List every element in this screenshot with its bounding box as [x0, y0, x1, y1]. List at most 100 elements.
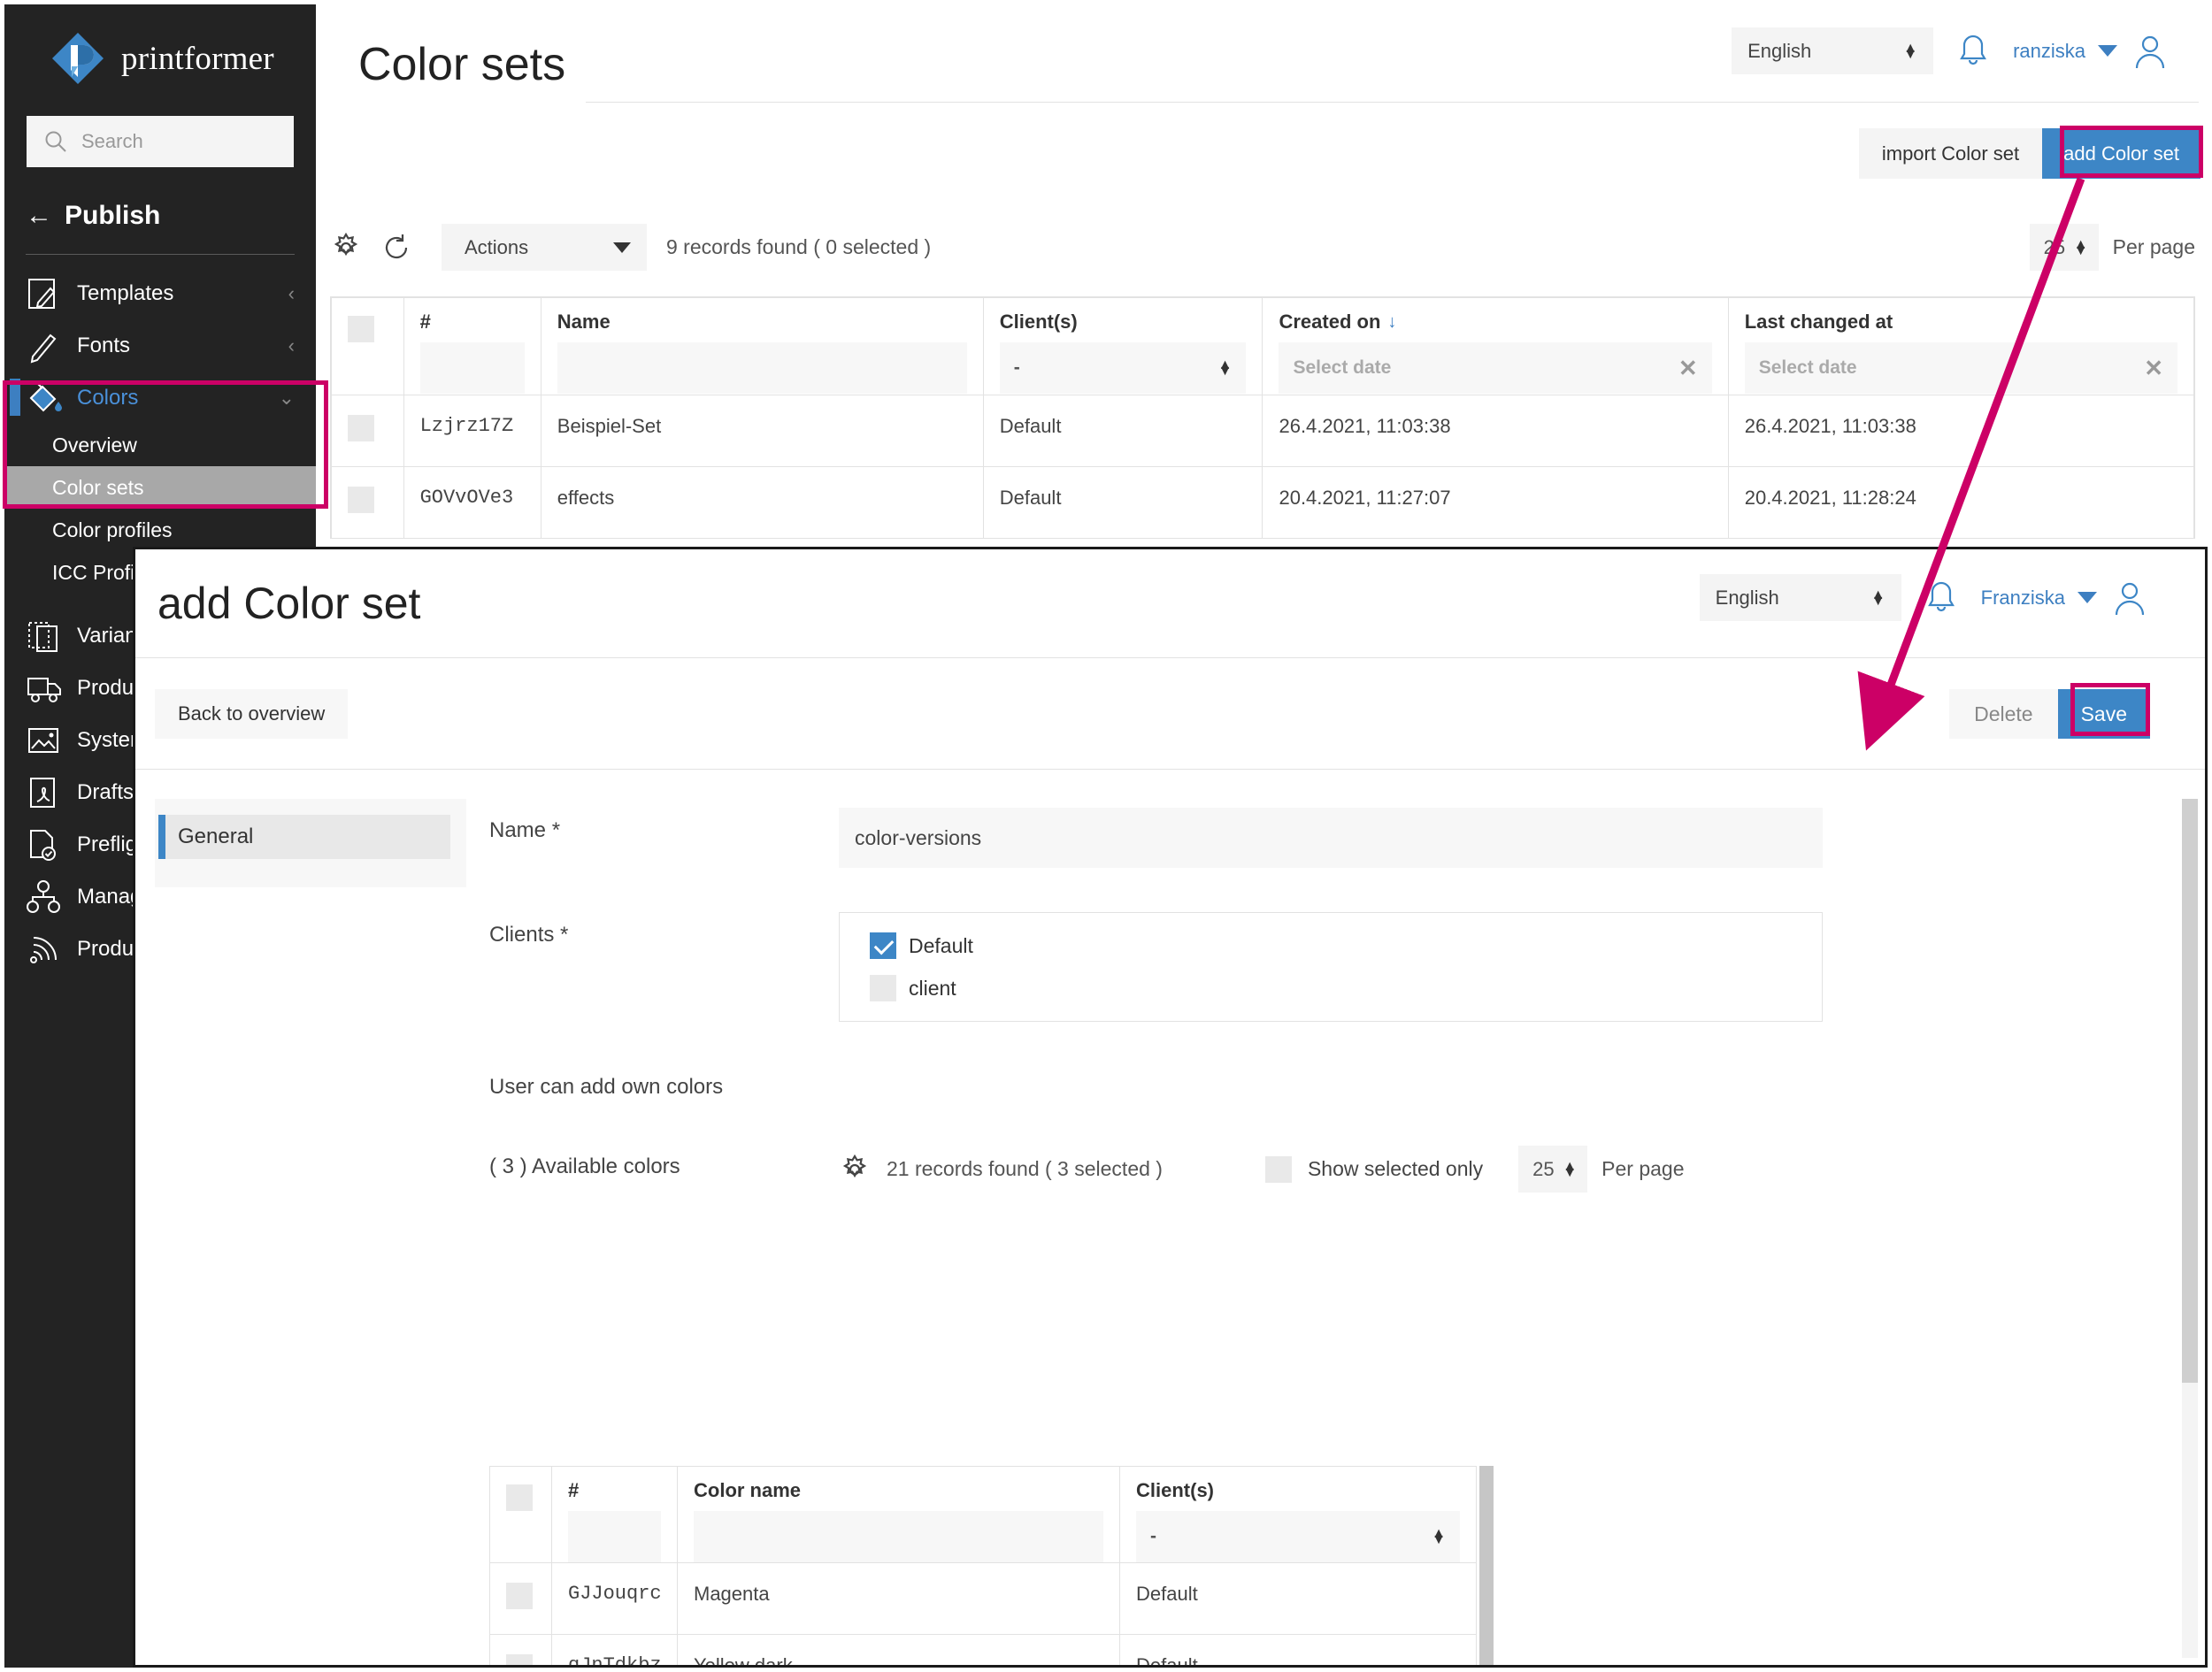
import-color-set-button[interactable]: import Color set [1859, 128, 2042, 179]
table-row[interactable]: Lzjrz17Z Beispiel-Set Default 26.4.2021,… [332, 395, 2194, 467]
cell-changed: 26.4.2021, 11:03:38 [1728, 395, 2193, 467]
brand-logo-block: printformer [4, 4, 316, 86]
row-checkbox[interactable] [348, 487, 374, 513]
row-checkbox[interactable] [506, 1654, 533, 1668]
header-name: Name [541, 298, 983, 395]
per-page-control: 25 ▲▼ Per page [2030, 224, 2195, 271]
sidebar-item-fonts[interactable]: Fonts ‹ [4, 319, 316, 372]
table-row[interactable]: GJJouqrc Magenta Default [490, 1563, 1477, 1635]
publish-label: Publish [65, 201, 160, 231]
modal-scrollbar[interactable] [2182, 799, 2198, 1658]
pen-icon [26, 328, 65, 364]
cell-client: Default [1120, 1563, 1477, 1635]
actions-dropdown[interactable]: Actions [442, 224, 647, 271]
row-checkbox[interactable] [506, 1583, 533, 1609]
show-selected-only-control[interactable]: Show selected only [1265, 1156, 1483, 1183]
colors-filter-clients-select[interactable]: - ▲▼ [1136, 1511, 1460, 1562]
sort-descending-icon[interactable]: ↓ [1387, 312, 1396, 333]
notification-bell-icon[interactable] [1924, 579, 1958, 617]
refresh-icon[interactable] [381, 233, 411, 263]
gear-icon[interactable] [839, 1154, 871, 1185]
topbar-right: English ▲▼ ranziska [1732, 27, 2170, 74]
clear-icon[interactable]: ✕ [1678, 355, 1698, 382]
language-value: English [1716, 587, 1779, 610]
save-button[interactable]: Save [2058, 689, 2150, 739]
filter-name-input[interactable] [557, 342, 967, 394]
checkbox-checked-icon[interactable] [870, 932, 896, 959]
filter-changed-date[interactable]: Select date ✕ [1745, 342, 2177, 394]
client-option-client[interactable]: client [870, 975, 1822, 1001]
paint-bucket-icon [26, 380, 65, 416]
filter-clients-value: - [1014, 357, 1020, 379]
publish-back-link[interactable]: ← Publish [26, 201, 316, 231]
available-colors-table: # Color name Client(s) - ▲▼ [489, 1466, 1486, 1668]
clear-icon[interactable]: ✕ [2144, 355, 2163, 382]
printformer-logo-icon [50, 31, 105, 86]
cell-color-name: Magenta [678, 1563, 1120, 1635]
per-page-label: Per page [2113, 235, 2195, 259]
user-name: ranziska [2013, 40, 2085, 63]
chevron-down-icon [613, 242, 631, 253]
add-color-set-button[interactable]: add Color set [2042, 128, 2200, 179]
checkbox-unchecked-icon[interactable] [870, 975, 896, 1001]
search-input[interactable]: Search [27, 116, 294, 167]
show-selected-only-checkbox[interactable] [1265, 1156, 1292, 1183]
modal-divider-top [135, 657, 2205, 658]
back-to-overview-button[interactable]: Back to overview [155, 689, 348, 739]
sidebar-divider [26, 254, 295, 255]
header-id: # [403, 298, 541, 395]
sidebar-item-color-sets[interactable]: Color sets [4, 466, 316, 509]
colors-filter-name-input[interactable] [694, 1511, 1103, 1562]
language-select[interactable]: English ▲▼ [1732, 27, 1933, 74]
tab-general[interactable]: General [158, 815, 450, 859]
table-row[interactable]: GOVvOVe3 effects Default 20.4.2021, 11:2… [332, 467, 2194, 539]
add-color-set-panel: add Color set English ▲▼ Franziska Back … [133, 547, 2208, 1668]
filter-created-date[interactable]: Select date ✕ [1279, 342, 1711, 394]
sidebar-item-label: Colors [77, 386, 138, 410]
name-input[interactable]: color-versions [839, 808, 1823, 868]
chevron-left-icon: ‹ [288, 282, 295, 305]
per-page-select[interactable]: 25 ▲▼ [2030, 224, 2099, 271]
gear-icon[interactable] [330, 232, 362, 264]
header-label: Client(s) [1136, 1479, 1460, 1502]
cell-name: Beispiel-Set [541, 395, 983, 467]
records-found-text: 9 records found ( 0 selected ) [666, 235, 931, 259]
colors-header-name: Color name [678, 1467, 1120, 1563]
template-icon [26, 276, 65, 311]
scrollbar-thumb[interactable] [1479, 1466, 1494, 1668]
screenshot-root: printformer Search ← Publish Templates ‹ [0, 0, 2212, 1672]
notification-bell-icon[interactable] [1956, 32, 1990, 71]
user-menu[interactable]: ranziska [2013, 31, 2170, 72]
colors-table-scrollbar[interactable] [1479, 1466, 1494, 1668]
filter-id-input[interactable] [420, 342, 525, 394]
row-checkbox[interactable] [348, 415, 374, 441]
colors-per-page-select[interactable]: 25 ▲▼ [1518, 1146, 1587, 1193]
spinner-icon: ▲▼ [1218, 362, 1233, 374]
field-row-name: Name * color-versions [489, 808, 2205, 868]
sidebar-item-label: Templates [77, 281, 173, 306]
list-toolbar: Actions 9 records found ( 0 selected ) [330, 224, 931, 271]
header-clients: Client(s) - ▲▼ [983, 298, 1263, 395]
sidebar-item-templates[interactable]: Templates ‹ [4, 267, 316, 319]
table-row[interactable]: qJnTdkbz Yellow dark Default [490, 1635, 1477, 1668]
user-menu[interactable]: Franziska [1981, 578, 2150, 618]
select-all-checkbox[interactable] [348, 316, 374, 342]
sidebar-item-color-profiles[interactable]: Color profiles [4, 509, 316, 551]
header-label: Client(s) [1000, 311, 1247, 334]
colors-select-all-checkbox[interactable] [506, 1484, 533, 1511]
sidebar-item-colors[interactable]: Colors ⌄ [4, 372, 316, 424]
colors-filter-id-input[interactable] [568, 1511, 661, 1562]
spinner-icon: ▲▼ [1903, 45, 1917, 58]
sidebar-subitem-label: Color profiles [52, 518, 173, 542]
modal-action-buttons: Delete Save [1949, 689, 2150, 739]
scrollbar-thumb[interactable] [2182, 799, 2198, 1383]
spinner-icon: ▲▼ [1871, 592, 1886, 604]
feed-icon [26, 932, 65, 967]
sidebar-item-overview[interactable]: Overview [4, 424, 316, 466]
delete-button[interactable]: Delete [1949, 689, 2057, 739]
clients-label: Clients * [489, 912, 839, 947]
client-option-default[interactable]: Default [870, 932, 1822, 959]
filter-clients-select[interactable]: - ▲▼ [1000, 342, 1247, 394]
arrow-left-icon: ← [26, 201, 52, 231]
language-select[interactable]: English ▲▼ [1700, 574, 1901, 621]
